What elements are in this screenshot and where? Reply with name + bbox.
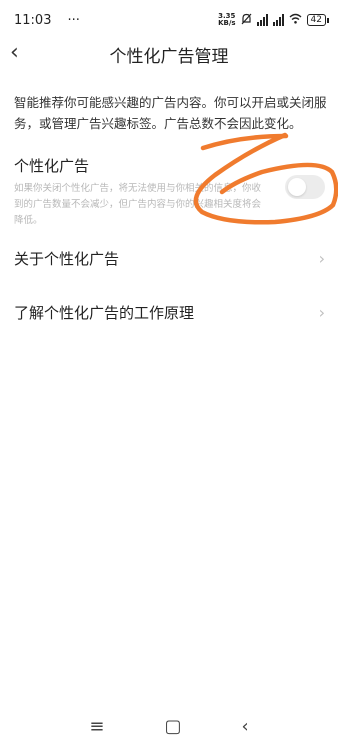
system-back-icon[interactable]: ‹ [241,716,248,737]
nav-bar: ‹ 个性化广告管理 [0,36,338,72]
intro-text: 智能推荐你可能感兴趣的广告内容。你可以开启或关闭服务，或管理广告兴趣标签。广告总… [14,95,327,131]
menu-icon[interactable]: ≡ [89,716,104,737]
home-icon[interactable]: ▢ [164,716,181,737]
wifi-icon [289,13,302,27]
alarm-muted-icon [241,13,252,28]
chevron-right-icon: › [318,302,325,322]
how-personalized-ads-work-label: 了解个性化广告的工作原理 [14,303,195,322]
personalized-ads-title: 个性化广告 [14,157,90,175]
signal-icon-1 [256,14,268,26]
about-personalized-ads-row[interactable]: 关于个性化广告 › [14,243,329,273]
status-left: 11:03 ··· [14,13,80,28]
how-personalized-ads-work-row[interactable]: 了解个性化广告的工作原理 › [14,297,329,327]
system-navigation-bar: ≡ ▢ ‹ [0,712,338,741]
toggle-knob [288,178,306,196]
back-arrow-icon[interactable]: ‹ [10,40,19,65]
personalized-ads-toggle[interactable] [285,175,325,199]
battery-icon: 42 [306,14,330,26]
about-personalized-ads-label: 关于个性化广告 [14,249,120,268]
page-title: 个性化广告管理 [109,46,229,67]
status-right: 3.35 KB/s 42 [218,13,330,28]
notification-dots: ··· [67,12,80,28]
status-time: 11:03 [14,12,52,28]
status-bar: 11:03 ··· 3.35 KB/s 42 [0,0,338,40]
net-speed: 3.35 KB/s [218,13,235,27]
personalized-ads-row: 个性化广告 如果你关闭个性化广告，将无法使用与你相关的信息，你收到的广告数量不会… [14,155,329,235]
net-speed-unit: KB/s [218,19,236,27]
personalized-ads-description: 如果你关闭个性化广告，将无法使用与你相关的信息，你收到的广告数量不会减少，但广告… [14,183,262,226]
chevron-right-icon: › [318,248,325,268]
signal-icon-2 [272,14,284,26]
